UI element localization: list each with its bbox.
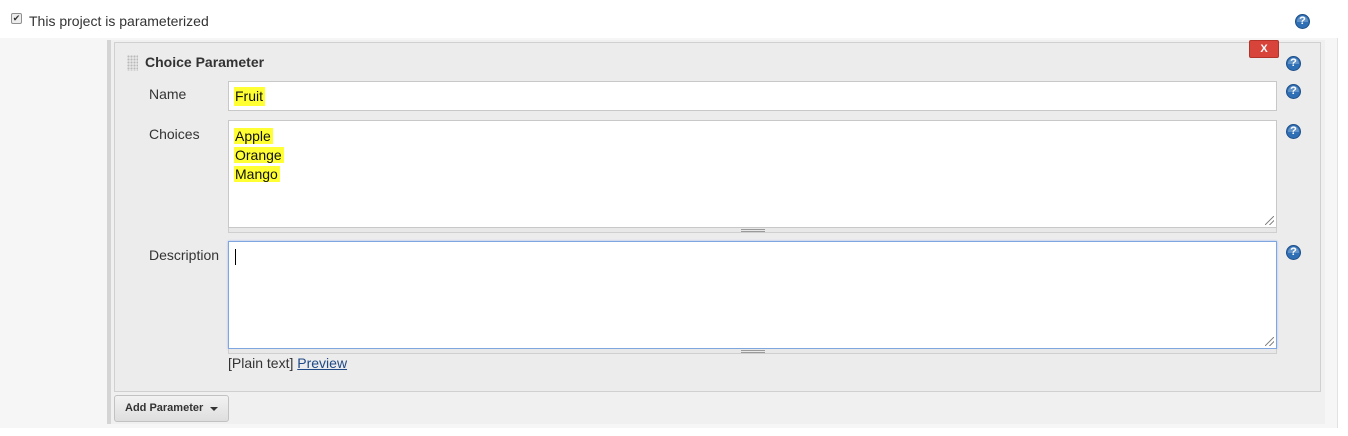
description-resize-bar[interactable] bbox=[228, 349, 1277, 354]
description-label: Description bbox=[149, 247, 220, 263]
help-icon[interactable]: ? bbox=[1295, 14, 1310, 29]
choice-item: Mango bbox=[234, 166, 280, 182]
text-cursor bbox=[235, 249, 236, 265]
choices-resize-bar[interactable] bbox=[228, 228, 1277, 233]
choices-textarea[interactable]: Apple Orange Mango bbox=[228, 120, 1277, 228]
name-label: Name bbox=[149, 86, 187, 102]
choice-item: Apple bbox=[234, 128, 273, 144]
choices-list: Apple Orange Mango bbox=[234, 127, 284, 184]
add-parameter-button[interactable]: Add Parameter bbox=[114, 395, 229, 422]
help-icon[interactable]: ? bbox=[1286, 84, 1301, 99]
add-parameter-label: Add Parameter bbox=[125, 402, 204, 414]
help-icon[interactable]: ? bbox=[1286, 124, 1301, 139]
resize-grip-icon[interactable] bbox=[1265, 216, 1274, 225]
choice-item: Orange bbox=[234, 147, 284, 163]
name-input[interactable]: Fruit bbox=[228, 81, 1277, 111]
help-icon[interactable]: ? bbox=[1286, 245, 1301, 260]
bottom-edge bbox=[0, 428, 1338, 436]
delete-parameter-button[interactable]: X bbox=[1249, 40, 1279, 58]
description-textarea[interactable] bbox=[228, 241, 1277, 349]
plain-text-label: [Plain text] bbox=[228, 355, 294, 371]
parameter-block-title: Choice Parameter bbox=[145, 54, 265, 70]
name-value: Fruit bbox=[234, 87, 265, 106]
choices-label: Choices bbox=[149, 126, 200, 142]
parameterized-label: This project is parameterized bbox=[29, 13, 209, 29]
drag-handle-icon[interactable] bbox=[127, 55, 138, 71]
resize-grip-icon bbox=[740, 350, 765, 353]
preview-link[interactable]: Preview bbox=[297, 355, 347, 371]
resize-grip-icon bbox=[740, 229, 765, 232]
parameterized-checkbox[interactable]: ✔ bbox=[11, 13, 22, 24]
caret-down-icon bbox=[210, 407, 218, 411]
resize-grip-icon[interactable] bbox=[1265, 337, 1274, 346]
help-icon[interactable]: ? bbox=[1286, 56, 1301, 71]
format-hint: [Plain text] Preview bbox=[228, 355, 347, 371]
